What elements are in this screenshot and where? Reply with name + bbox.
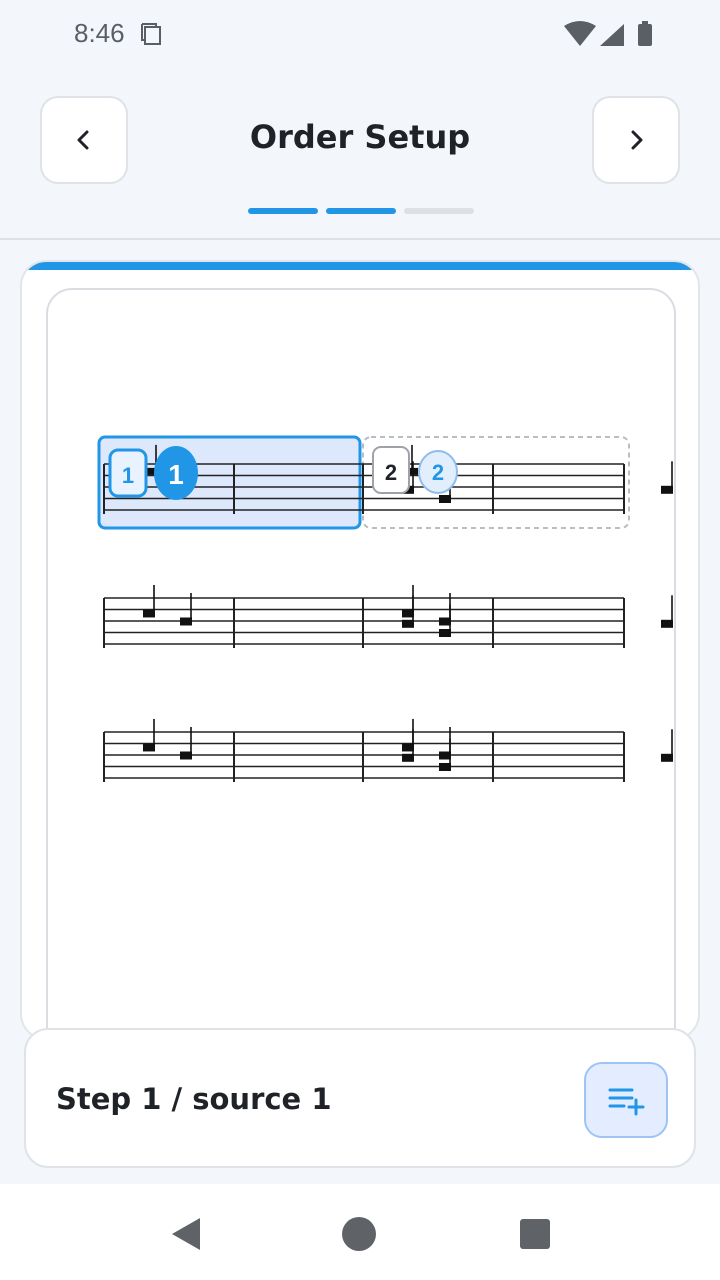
add-to-list-button[interactable] <box>584 1062 668 1138</box>
system-home-icon[interactable] <box>340 1215 378 1253</box>
status-icons <box>564 21 652 46</box>
status-time: 8:46 <box>74 18 125 48</box>
header-divider <box>0 238 720 240</box>
chevron-right-icon <box>631 130 643 150</box>
progress-segment <box>326 208 396 214</box>
status-bar: 8:46 <box>0 0 720 70</box>
card-accent-bar <box>22 262 698 270</box>
source-1-marker-label: 1 <box>168 459 184 490</box>
sheet-music: 1 1 2 2 <box>97 435 673 782</box>
back-button[interactable] <box>40 96 128 184</box>
step-panel: Step 1 / source 1 <box>24 1028 696 1168</box>
playlist-add-icon <box>608 1088 645 1116</box>
wifi-icon <box>564 21 596 46</box>
system-recents-icon[interactable] <box>518 1217 552 1251</box>
step-progress-indicator <box>248 208 474 214</box>
next-button[interactable] <box>592 96 680 184</box>
sheet-music-page: 1 1 2 2 <box>46 288 676 1038</box>
progress-segment <box>404 208 474 214</box>
signal-icon <box>600 24 624 46</box>
source-2-index-label: 2 <box>385 460 397 485</box>
source-2-marker-label: 2 <box>432 460 444 485</box>
sim-card-icon <box>141 23 161 45</box>
source-1-index-label: 1 <box>122 463 134 488</box>
page-title: Order Setup <box>249 118 471 156</box>
battery-icon <box>638 24 652 46</box>
step-label: Step 1 / source 1 <box>56 1082 332 1116</box>
score-card: 1 1 2 2 <box>20 260 700 1040</box>
chevron-left-icon <box>77 130 89 150</box>
system-back-icon[interactable] <box>166 1214 206 1254</box>
progress-segment <box>248 208 318 214</box>
system-navigation-bar <box>0 1184 720 1280</box>
